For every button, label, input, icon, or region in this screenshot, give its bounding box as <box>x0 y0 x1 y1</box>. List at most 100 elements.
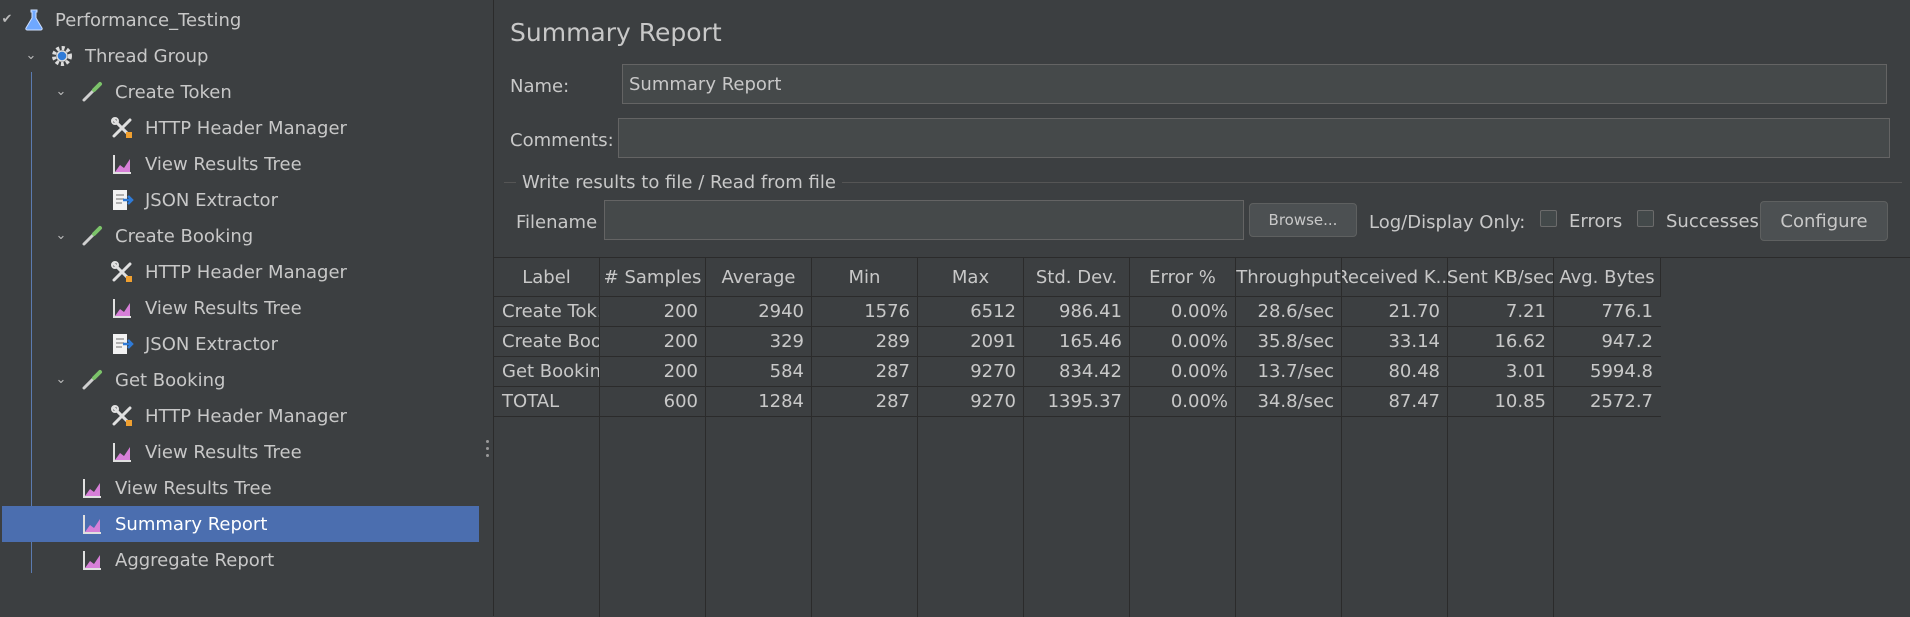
graph-icon <box>80 512 104 536</box>
summary-table: Label # Samples Average Min Max Std. Dev. Erro… <box>494 257 1910 617</box>
tree-item-label: View Results Tree <box>145 441 302 463</box>
column-header[interactable]: Std. Dev. <box>1024 258 1130 297</box>
successes-checkbox[interactable] <box>1637 210 1654 227</box>
table-cell: 2572.7 <box>1554 387 1661 417</box>
grid-line <box>1023 297 1024 617</box>
column-header[interactable]: Avg. Bytes <box>1554 258 1661 297</box>
table-cell: 200 <box>600 327 706 357</box>
table-cell: 329 <box>706 327 812 357</box>
tree-item-label: Thread Group <box>85 45 209 67</box>
tree-item-label: View Results Tree <box>145 297 302 319</box>
table-cell: 287 <box>812 357 918 387</box>
grid-line <box>811 297 812 617</box>
summary-report-panel: Summary Report Name: Summary Report Comm… <box>494 0 1910 617</box>
tree-item-label: Create Booking <box>115 225 254 247</box>
tree-item-view-results-tree[interactable]: View Results Tree <box>0 470 479 506</box>
tree-item-create-token[interactable]: ⌄ Create Token <box>0 74 479 110</box>
table-cell: 13.7/sec <box>1236 357 1342 387</box>
chevron-down-icon[interactable]: ✔ <box>0 13 14 27</box>
name-label: Name: <box>510 76 570 97</box>
column-header[interactable]: Min <box>812 258 918 297</box>
table-cell: 165.46 <box>1024 327 1130 357</box>
tree-item-label: HTTP Header Manager <box>145 117 347 139</box>
table-cell: 0.00% <box>1130 297 1236 327</box>
configure-button[interactable]: Configure <box>1760 201 1888 241</box>
graph-icon <box>110 440 134 464</box>
tools-icon <box>110 116 134 140</box>
table-cell: 1576 <box>812 297 918 327</box>
table-cell: 80.48 <box>1342 357 1448 387</box>
tree-item-create-booking[interactable]: ⌄ Create Booking <box>0 218 479 254</box>
tree-item-label: Summary Report <box>115 513 268 535</box>
successes-label: Successes <box>1666 211 1759 232</box>
chevron-down-icon[interactable]: ⌄ <box>54 85 68 99</box>
tree-item-http-header-manager[interactable]: HTTP Header Manager <box>0 398 479 434</box>
tree-item-summary-report[interactable]: Summary Report <box>2 506 479 542</box>
column-header[interactable]: Max <box>918 258 1024 297</box>
tree-item-label: Performance_Testing <box>55 9 242 31</box>
tree-item-view-results-tree[interactable]: View Results Tree <box>0 434 479 470</box>
column-header[interactable]: Received K... <box>1342 258 1448 297</box>
table-cell: 16.62 <box>1448 327 1554 357</box>
comments-field[interactable] <box>618 118 1890 158</box>
column-header[interactable]: Average <box>706 258 812 297</box>
test-plan-tree: ✔ Performance_Testing ⌄ Thread Group ⌄ C… <box>0 0 479 616</box>
pipette-icon <box>80 80 104 104</box>
tree-item-label: JSON Extractor <box>145 189 278 211</box>
column-header[interactable]: # Samples <box>600 258 706 297</box>
browse-button[interactable]: Browse... <box>1249 203 1357 237</box>
filename-field[interactable] <box>604 200 1244 240</box>
pipette-icon <box>80 224 104 248</box>
table-cell: 2091 <box>918 327 1024 357</box>
tree-item-performance-testing[interactable]: ✔ Performance_Testing <box>0 2 479 38</box>
graph-icon <box>110 296 134 320</box>
tree-item-view-results-tree[interactable]: View Results Tree <box>0 146 479 182</box>
chevron-down-icon[interactable]: ⌄ <box>24 49 38 63</box>
tree-item-http-header-manager[interactable]: HTTP Header Manager <box>0 110 479 146</box>
tree-item-json-extractor[interactable]: JSON Extractor <box>0 326 479 362</box>
column-header[interactable]: Label <box>494 258 600 297</box>
table-cell: 834.42 <box>1024 357 1130 387</box>
fieldset-title: Write results to file / Read from file <box>516 172 842 193</box>
errors-label: Errors <box>1569 211 1623 232</box>
row-label-cell: TOTAL <box>494 387 600 417</box>
splitter-grip-icon[interactable] <box>486 440 489 462</box>
tree-item-view-results-tree[interactable]: View Results Tree <box>0 290 479 326</box>
tree-item-aggregate-report[interactable]: Aggregate Report <box>0 542 479 578</box>
table-cell: 0.00% <box>1130 327 1236 357</box>
tree-item-http-header-manager[interactable]: HTTP Header Manager <box>0 254 479 290</box>
table-cell: 21.70 <box>1342 297 1448 327</box>
grid-line <box>1553 297 1554 617</box>
table-cell: 9270 <box>918 357 1024 387</box>
tools-icon <box>110 260 134 284</box>
tree-item-thread-group[interactable]: ⌄ Thread Group <box>0 38 479 74</box>
table-cell: 986.41 <box>1024 297 1130 327</box>
tree-item-json-extractor[interactable]: JSON Extractor <box>0 182 479 218</box>
tools-icon <box>110 404 134 428</box>
tree-item-label: Get Booking <box>115 369 226 391</box>
table-cell: 7.21 <box>1448 297 1554 327</box>
table-cell: 3.01 <box>1448 357 1554 387</box>
table-cell: 33.14 <box>1342 327 1448 357</box>
column-header[interactable]: Error % <box>1130 258 1236 297</box>
errors-checkbox[interactable] <box>1540 210 1557 227</box>
grid-line <box>917 297 918 617</box>
chevron-down-icon[interactable]: ⌄ <box>54 373 68 387</box>
name-field[interactable]: Summary Report <box>622 64 1887 104</box>
table-cell: 776.1 <box>1554 297 1661 327</box>
pipette-icon <box>80 368 104 392</box>
table-cell: 6512 <box>918 297 1024 327</box>
tree-item-label: HTTP Header Manager <box>145 261 347 283</box>
table-cell: 584 <box>706 357 812 387</box>
tree-item-label: JSON Extractor <box>145 333 278 355</box>
table-cell: 600 <box>600 387 706 417</box>
column-header[interactable]: Throughput <box>1236 258 1342 297</box>
tree-item-get-booking[interactable]: ⌄ Get Booking <box>0 362 479 398</box>
table-cell: 28.6/sec <box>1236 297 1342 327</box>
split-pane-divider[interactable] <box>479 0 494 616</box>
row-label-cell: Get Booking <box>494 357 600 387</box>
chevron-down-icon[interactable]: ⌄ <box>54 229 68 243</box>
column-header[interactable]: Sent KB/sec <box>1448 258 1554 297</box>
tree-item-label: Create Token <box>115 81 232 103</box>
table-cell: 34.8/sec <box>1236 387 1342 417</box>
